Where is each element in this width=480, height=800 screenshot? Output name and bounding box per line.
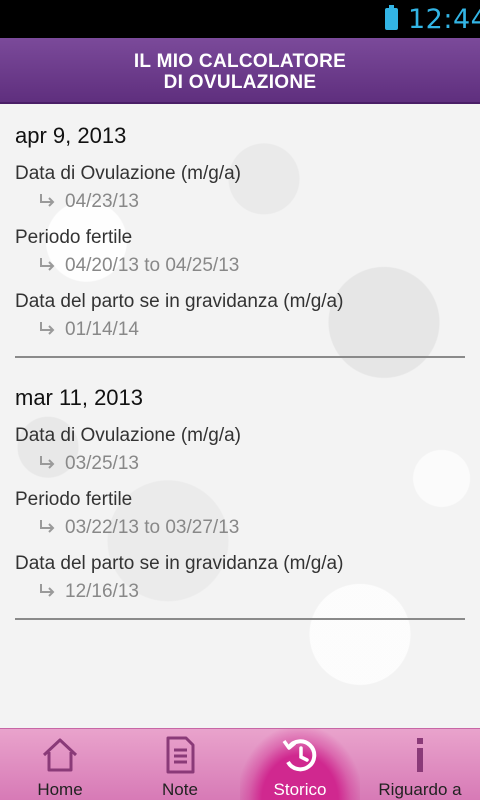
subitem-arrow-icon <box>40 322 55 335</box>
ovulation-label: Data di Ovulazione (m/g/a) <box>15 425 241 446</box>
tab-storico[interactable]: Storico <box>240 729 360 800</box>
home-icon <box>42 738 78 772</box>
fertile-value: 04/20/13 to 04/25/13 <box>65 255 240 276</box>
subitem-arrow-icon <box>40 194 55 207</box>
ovulation-value: 04/23/13 <box>65 191 139 212</box>
subitem-arrow-icon <box>40 520 55 533</box>
fertile-value: 03/22/13 to 03/27/13 <box>65 517 240 538</box>
tab-riguardo[interactable]: Riguardo a <box>360 729 480 800</box>
entry-date: mar 11, 2013 <box>15 385 144 410</box>
divider <box>15 356 465 358</box>
due-date-value: 12/16/13 <box>65 581 139 602</box>
tab-home[interactable]: Home <box>0 729 120 800</box>
due-date-value: 01/14/14 <box>65 319 139 340</box>
subitem-arrow-icon <box>40 258 55 271</box>
title-line-1: IL MIO CALCOLATORE <box>133 51 347 72</box>
history-icon <box>282 739 317 772</box>
history-list[interactable]: apr 9, 2013 Data di Ovulazione (m/g/a) 0… <box>0 104 480 728</box>
divider <box>15 618 465 620</box>
info-icon <box>417 738 423 772</box>
tab-note-label: Note <box>162 780 198 799</box>
subitem-arrow-icon <box>40 584 55 597</box>
ovulation-value: 03/25/13 <box>65 453 139 474</box>
status-bar: 12:44 <box>0 0 480 38</box>
status-clock: 12:44 <box>408 4 480 35</box>
due-date-label: Data del parto se in gravidanza (m/g/a) <box>15 553 344 574</box>
subitem-arrow-icon <box>40 456 55 469</box>
app-header: IL MIO CALCOLATORE DI OVULAZIONE <box>0 38 480 104</box>
ovulation-label: Data di Ovulazione (m/g/a) <box>15 163 241 184</box>
notes-icon <box>166 736 195 774</box>
fertile-label: Periodo fertile <box>15 227 133 248</box>
entry-date: apr 9, 2013 <box>15 123 127 148</box>
battery-full-icon <box>385 5 398 30</box>
tab-storico-label: Storico <box>273 780 327 799</box>
bottom-nav: Home Note Storico Riguardo a <box>0 728 480 800</box>
tab-riguardo-label: Riguardo a <box>378 780 462 799</box>
page-title: IL MIO CALCOLATORE DI OVULAZIONE <box>0 51 480 93</box>
due-date-label: Data del parto se in gravidanza (m/g/a) <box>15 291 344 312</box>
title-line-2: DI OVULAZIONE <box>163 72 317 93</box>
tab-note[interactable]: Note <box>120 729 240 800</box>
fertile-label: Periodo fertile <box>15 489 133 510</box>
tab-home-label: Home <box>37 780 83 799</box>
